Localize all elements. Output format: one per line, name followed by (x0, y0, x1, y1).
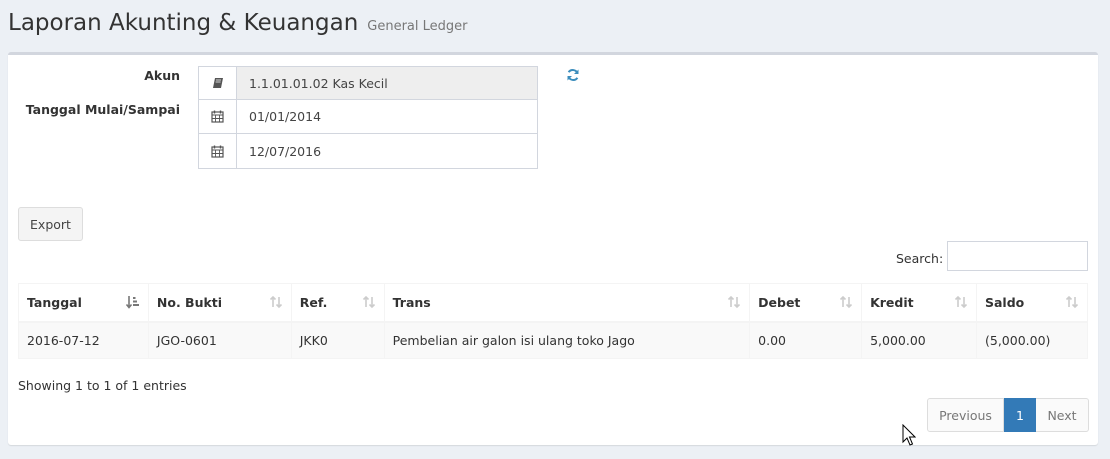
ledger-table: Tanggal No. Bukti Ref. Trans Debet Kredi… (18, 283, 1089, 359)
sort-amount-asc-icon (125, 295, 140, 309)
column-header-label: Tanggal (27, 294, 82, 310)
column-header-label: Trans (392, 294, 431, 310)
page-subtitle: General Ledger (367, 19, 468, 34)
sort-icon (269, 295, 283, 309)
sort-icon (727, 295, 741, 309)
column-header-no-bukti[interactable]: No. Bukti (147, 283, 292, 323)
tanggal-sampai-field[interactable]: 12/07/2016 (198, 134, 538, 169)
column-header-label: Debet (758, 294, 801, 310)
column-header-saldo[interactable]: Saldo (975, 283, 1089, 323)
column-header-label: Kredit (870, 294, 914, 310)
table-cell: JGO-0601 (147, 321, 292, 359)
column-header-label: Ref. (299, 294, 328, 310)
sort-icon (839, 295, 853, 309)
page-title: Laporan Akunting & Keuangan (8, 10, 359, 36)
column-header-ref[interactable]: Ref. (290, 283, 385, 323)
table-cell: 5,000.00 (861, 321, 977, 359)
tanggal-mulai-field[interactable]: 01/01/2014 (198, 100, 538, 134)
akun-label: Akun (144, 68, 180, 83)
table-cell: Pembelian air galon isi ulang toko Jago (383, 321, 751, 359)
table-cell: (5,000.00) (975, 321, 1089, 359)
table-row: 2016-07-12 JGO-0601 JKK0 Pembelian air g… (18, 321, 1089, 359)
page-1-button[interactable]: 1 (1004, 398, 1036, 432)
export-button[interactable]: Export (18, 207, 83, 241)
table-header-row: Tanggal No. Bukti Ref. Trans Debet Kredi… (18, 283, 1089, 323)
tanggal-label: Tanggal Mulai/Sampai (25, 102, 180, 117)
search-label: Search: (896, 251, 944, 266)
sort-icon (362, 295, 376, 309)
column-header-label: Saldo (984, 294, 1025, 310)
column-header-kredit[interactable]: Kredit (861, 283, 977, 323)
next-button[interactable]: Next (1036, 398, 1089, 432)
column-header-tanggal[interactable]: Tanggal (18, 283, 149, 323)
calendar-icon (199, 100, 237, 133)
book-icon (199, 67, 237, 99)
pagination: Previous 1 Next (927, 398, 1089, 432)
refresh-icon[interactable] (566, 68, 580, 82)
previous-button[interactable]: Previous (927, 398, 1004, 432)
tanggal-sampai-input[interactable]: 12/07/2016 (237, 134, 537, 168)
table-cell: JKK0 (290, 321, 385, 359)
akun-value[interactable]: 1.1.01.01.02 Kas Kecil (237, 67, 537, 99)
column-header-label: No. Bukti (156, 294, 223, 310)
page-header: Laporan Akunting & Keuangan General Ledg… (8, 10, 468, 36)
table-info: Showing 1 to 1 of 1 entries (18, 378, 187, 393)
sort-icon (954, 295, 968, 309)
table-cell: 0.00 (749, 321, 863, 359)
tanggal-mulai-input[interactable]: 01/01/2014 (237, 100, 537, 133)
calendar-icon (199, 134, 237, 168)
table-cell: 2016-07-12 (18, 321, 149, 359)
column-header-debet[interactable]: Debet (749, 283, 863, 323)
mouse-cursor-icon (902, 423, 917, 446)
content-box: Akun Tanggal Mulai/Sampai 1.1.01.01.02 K… (8, 52, 1098, 445)
column-header-trans[interactable]: Trans (383, 283, 751, 323)
search-input[interactable] (947, 241, 1088, 271)
akun-field[interactable]: 1.1.01.01.02 Kas Kecil (198, 66, 538, 100)
sort-icon (1065, 295, 1079, 309)
